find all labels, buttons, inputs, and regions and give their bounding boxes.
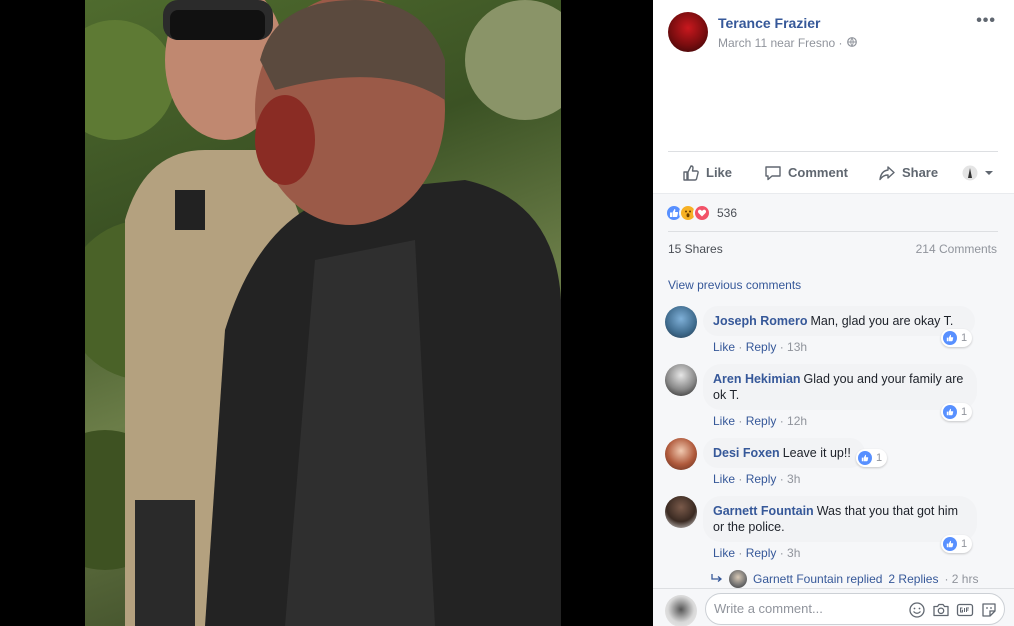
comment-reply-link[interactable]: Reply (746, 414, 777, 428)
comment-text: Leave it up!! (782, 446, 851, 460)
comment-like-badge[interactable]: 1 (941, 403, 973, 421)
photo-stage (0, 0, 653, 626)
comment-actions: Like · Reply · 13h (713, 340, 808, 354)
like-reaction-icon (858, 451, 872, 465)
comment-time[interactable]: 13h (787, 340, 807, 354)
post-header: Terance Frazier March 11 near Fresno · •… (653, 0, 1014, 150)
view-previous-comments-link[interactable]: View previous comments (668, 278, 801, 292)
like-reaction-icon (943, 331, 957, 345)
commenter-avatar[interactable] (665, 306, 697, 338)
comments-section: 536 15 Shares 214 Comments View previous… (653, 193, 1014, 588)
composer-icons (908, 601, 998, 619)
commenter-name[interactable]: Aren Hekimian (713, 372, 801, 386)
chevron-down-icon (984, 168, 994, 178)
commenter-avatar[interactable] (665, 496, 697, 528)
replies-summary[interactable]: Garnett Fountain replied 2 Replies · 2 h… (711, 570, 978, 588)
share-button[interactable]: Share (878, 164, 938, 182)
post-meta: March 11 near Fresno · (718, 36, 857, 50)
camera-icon[interactable] (932, 601, 950, 619)
comment-reply-link[interactable]: Reply (746, 472, 777, 486)
post-timestamp[interactable]: March 11 near Fresno · (718, 36, 843, 50)
post-as-selector[interactable] (962, 165, 994, 181)
comment-like-link[interactable]: Like (713, 340, 735, 354)
globe-icon (846, 36, 857, 50)
sticker-icon[interactable] (980, 601, 998, 619)
facebook-photo-viewer: Terance Frazier March 11 near Fresno · •… (0, 0, 1014, 626)
thumbs-up-icon (682, 164, 700, 182)
comment-composer (653, 588, 1014, 626)
reply-arrow-icon (711, 572, 723, 586)
divider (668, 231, 998, 232)
comment-input[interactable] (714, 601, 904, 616)
reply-time: · 2 hrs (944, 572, 979, 586)
comment-bubble: Joseph Romero Man, glad you are okay T. (703, 306, 975, 336)
comment-reply-link[interactable]: Reply (746, 546, 777, 560)
share-label: Share (901, 165, 939, 180)
comment-text: Man, glad you are okay T. (810, 314, 954, 328)
comments-count[interactable]: 214 Comments (916, 242, 997, 256)
post-sidebar: Terance Frazier March 11 near Fresno · •… (653, 0, 1014, 626)
author-name[interactable]: Terance Frazier (718, 15, 820, 31)
commenter-name[interactable]: Garnett Fountain (713, 504, 814, 518)
comment-bubble: Garnett Fountain Was that you that got hi… (703, 496, 977, 542)
like-label: Like (706, 165, 733, 180)
comment-like-link[interactable]: Like (713, 414, 735, 428)
gif-icon[interactable] (956, 601, 974, 619)
comment-like-badge[interactable]: 1 (856, 449, 888, 467)
comment-actions: Like · Reply · 12h (713, 414, 808, 428)
like-count: 1 (876, 452, 883, 464)
speech-bubble-icon (764, 164, 782, 182)
like-reaction-icon (943, 537, 957, 551)
comment-bubble: Desi Foxen Leave it up!! (703, 438, 865, 468)
profile-thumb-icon (962, 165, 978, 181)
post-photo[interactable] (85, 0, 561, 626)
reply-avatar (729, 570, 747, 588)
comment-like-link[interactable]: Like (713, 546, 735, 560)
shares-count[interactable]: 15 Shares (668, 242, 723, 256)
comment-time[interactable]: 3h (787, 546, 800, 560)
comment-button[interactable]: Comment (764, 164, 848, 182)
comment-like-badge[interactable]: 1 (941, 329, 973, 347)
comment-input-box[interactable] (705, 593, 1005, 625)
like-button[interactable]: Like (682, 164, 732, 182)
post-action-bar: Like Comment Share (668, 151, 998, 193)
comment-label: Comment (788, 165, 848, 180)
reply-author: Garnett Fountain replied (753, 572, 883, 586)
share-arrow-icon (878, 164, 896, 182)
like-reaction-icon (943, 405, 957, 419)
comment-reply-link[interactable]: Reply (746, 340, 777, 354)
like-count: 1 (961, 332, 968, 344)
comment-time[interactable]: 12h (787, 414, 807, 428)
like-count: 1 (961, 538, 968, 550)
commenter-avatar[interactable] (665, 438, 697, 470)
reactions-summary[interactable]: 536 (665, 204, 737, 222)
commenter-name[interactable]: Joseph Romero (713, 314, 807, 328)
comment-like-link[interactable]: Like (713, 472, 735, 486)
comment-actions: Like · Reply · 3h (713, 472, 801, 486)
reaction-count: 536 (717, 206, 738, 220)
emoji-icon[interactable] (908, 601, 926, 619)
comment-time[interactable]: 3h (787, 472, 800, 486)
comment-actions: Like · Reply · 3h (713, 546, 801, 560)
commenter-name[interactable]: Desi Foxen (713, 446, 780, 460)
love-reaction-icon (693, 204, 711, 222)
comment-like-badge[interactable]: 1 (941, 535, 973, 553)
reply-count[interactable]: 2 Replies (888, 572, 938, 586)
like-count: 1 (961, 406, 968, 418)
current-user-avatar (665, 595, 697, 626)
author-avatar[interactable] (668, 12, 708, 52)
commenter-avatar[interactable] (665, 364, 697, 396)
more-horizontal-icon[interactable]: ••• (976, 12, 996, 30)
comment-bubble: Aren Hekimian Glad you and your family ar… (703, 364, 977, 410)
